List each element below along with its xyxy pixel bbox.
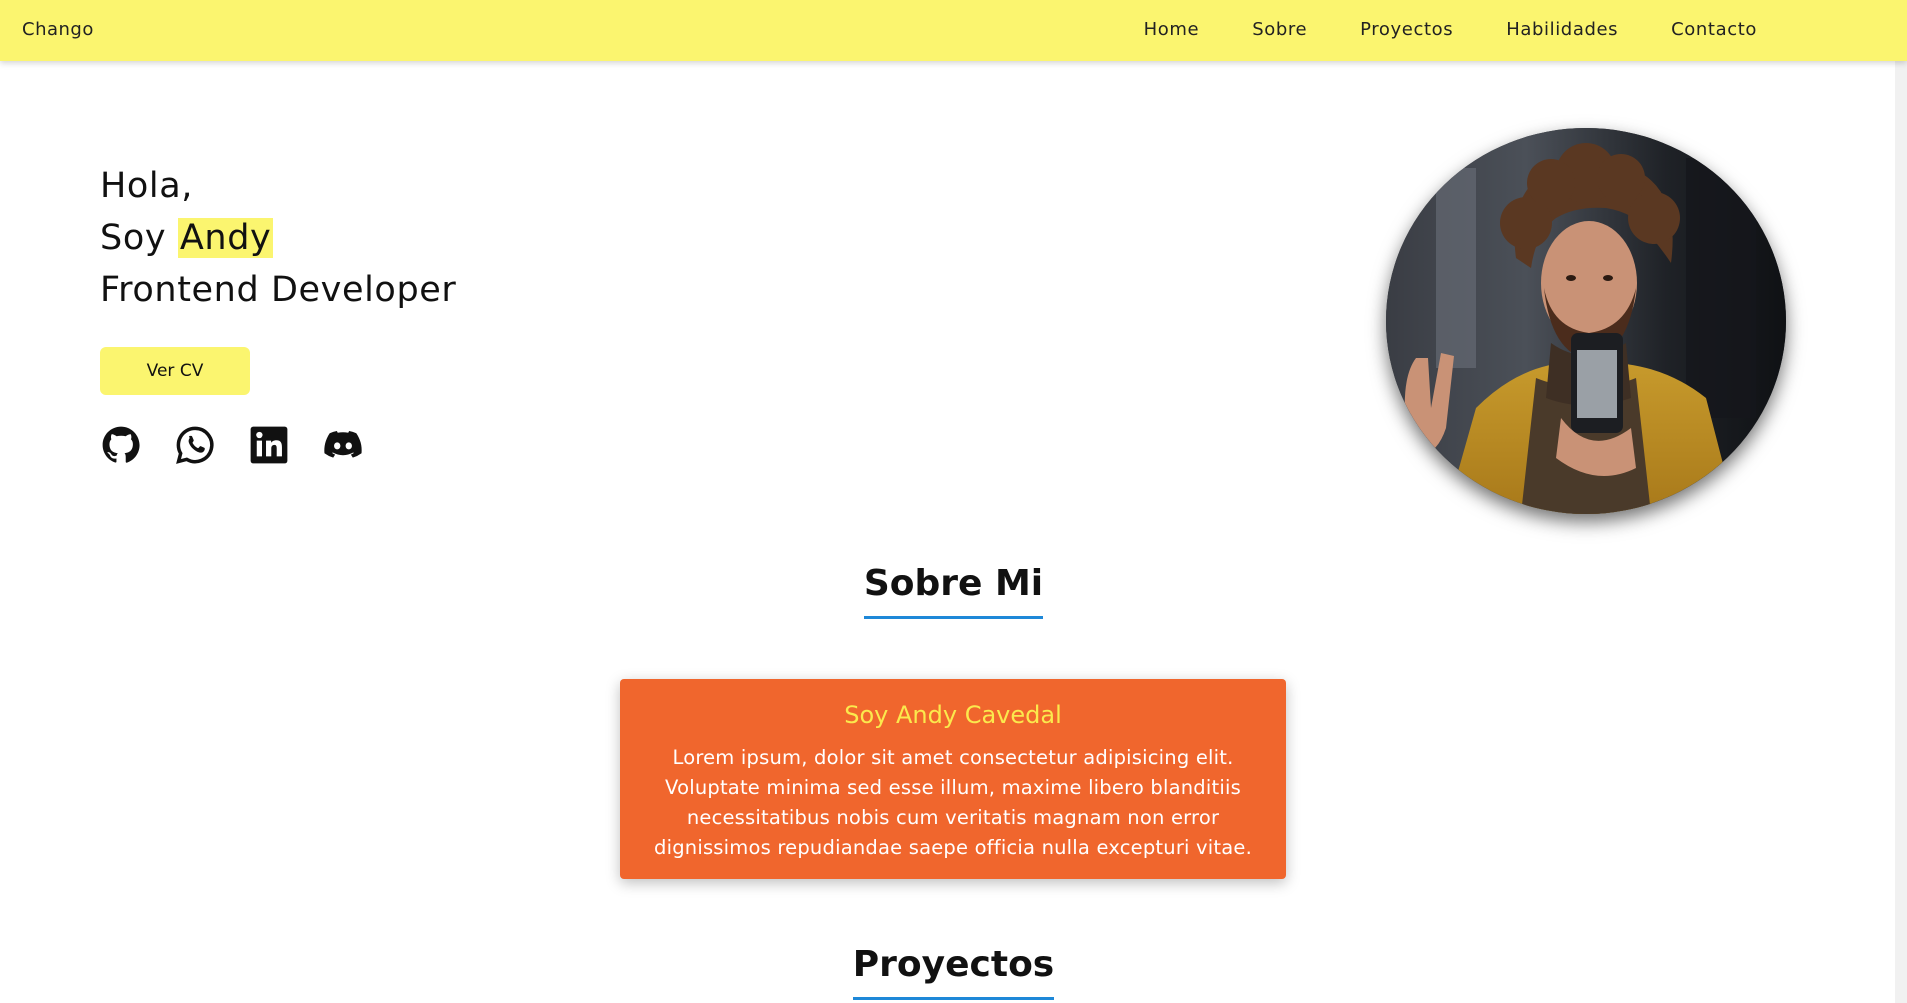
- discord-link[interactable]: [322, 424, 364, 466]
- hero-intro-line: Soy Andy: [100, 212, 456, 264]
- about-title-text: Sobre Mi: [863, 563, 1044, 619]
- hero-heading: Hola, Soy Andy Frontend Developer: [100, 160, 456, 316]
- page-scrollbar[interactable]: [1895, 61, 1907, 1003]
- projects-title-text: Proyectos: [852, 944, 1055, 1000]
- hero-role-line: Frontend Developer: [100, 270, 457, 310]
- page: Chango Home Sobre Proyectos Habilidades …: [0, 0, 1907, 1003]
- linkedin-link[interactable]: [248, 424, 290, 466]
- navbar: Chango Home Sobre Proyectos Habilidades …: [0, 0, 1907, 61]
- whatsapp-icon: [176, 426, 214, 464]
- nav-link-sobre[interactable]: Sobre: [1252, 19, 1307, 40]
- about-card-title: Soy Andy Cavedal: [844, 701, 1062, 729]
- profile-photo: [1386, 128, 1786, 514]
- brand-logo[interactable]: Chango: [22, 19, 94, 40]
- github-icon: [102, 426, 140, 463]
- profile-photo-image: [1386, 128, 1786, 514]
- about-section-title: Sobre Mi: [0, 563, 1907, 619]
- nav-link-contacto[interactable]: Contacto: [1671, 19, 1757, 40]
- nav-link-proyectos[interactable]: Proyectos: [1360, 19, 1453, 40]
- discord-icon: [324, 431, 362, 458]
- view-cv-button[interactable]: Ver CV: [100, 347, 250, 395]
- nav-links: Home Sobre Proyectos Habilidades Contact…: [1091, 19, 1757, 40]
- social-links: [100, 424, 364, 466]
- hero-intro-prefix: Soy: [100, 218, 167, 258]
- hero-name-highlight: Andy: [177, 218, 274, 258]
- linkedin-icon: [250, 426, 288, 464]
- hero-greeting-line: Hola,: [100, 166, 194, 206]
- about-card-text: Lorem ipsum, dolor sit amet consectetur …: [654, 746, 1252, 859]
- projects-section-title: Proyectos: [0, 944, 1907, 1000]
- github-link[interactable]: [100, 424, 142, 466]
- nav-link-home[interactable]: Home: [1144, 19, 1200, 40]
- about-card: Soy Andy Cavedal Lorem ipsum, dolor sit …: [620, 679, 1286, 879]
- nav-link-habilidades[interactable]: Habilidades: [1506, 19, 1618, 40]
- whatsapp-link[interactable]: [174, 424, 216, 466]
